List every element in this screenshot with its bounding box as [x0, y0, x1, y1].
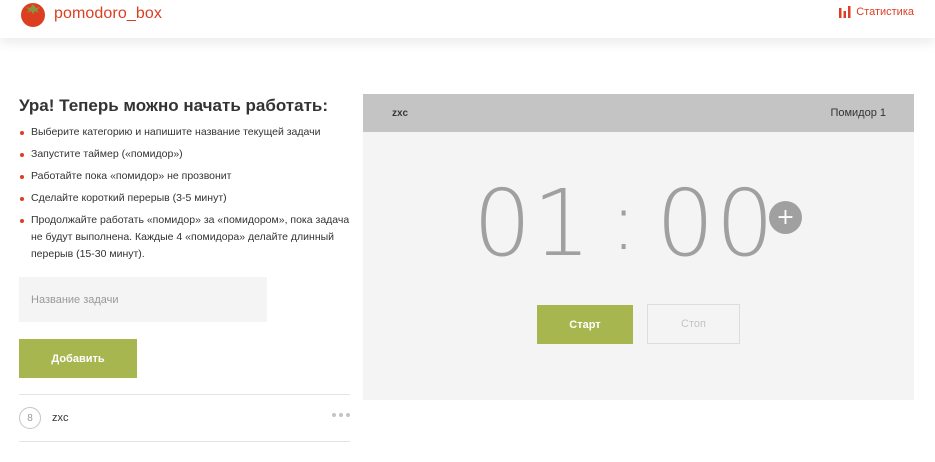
add-task-button[interactable]: Добавить	[19, 339, 137, 378]
timer-task-name: zxc	[392, 107, 409, 119]
statistics-label: Статистика	[856, 6, 914, 18]
instruction-item: Сделайте короткий перерыв (3-5 минут)	[19, 190, 350, 207]
timer-header: zxc Помидор 1	[363, 94, 914, 132]
add-time-button[interactable]: +	[769, 201, 802, 234]
task-row[interactable]: 8 zxc	[19, 394, 350, 442]
timer-display: 01:00	[473, 174, 775, 278]
tomato-icon	[21, 2, 45, 27]
statistics-link[interactable]: Статистика	[839, 6, 914, 18]
logo-text: pomodoro_box	[54, 4, 162, 22]
instructions-list: Выберите категорию и напишите название т…	[19, 124, 350, 263]
task-name: zxc	[52, 412, 69, 424]
timer-minutes: 01	[473, 170, 593, 277]
pomodoro-count-badge: 8	[19, 407, 41, 429]
instruction-item: Запустите таймер («помидор»)	[19, 146, 350, 163]
bar-chart-icon	[839, 6, 851, 18]
timer-separator: :	[610, 175, 639, 268]
task-list: 8 zxc	[19, 394, 350, 442]
instruction-item: Выберите категорию и напишите название т…	[19, 124, 350, 141]
instruction-item: Работайте пока «помидор» не прозвонит	[19, 168, 350, 185]
page-title: Ура! Теперь можно начать работать:	[19, 96, 329, 115]
pomodoro-number: Помидор 1	[830, 107, 886, 119]
task-name-input[interactable]	[19, 277, 267, 322]
timer-seconds: 00	[656, 170, 776, 277]
instruction-item: Продолжайте работать «помидор» за «помид…	[19, 212, 350, 263]
timer-panel: zxc Помидор 1 01:00 + Старт Стоп	[363, 94, 914, 400]
app-header: pomodoro_box Статистика	[0, 0, 935, 38]
stop-button[interactable]: Стоп	[647, 304, 740, 344]
logo[interactable]: pomodoro_box	[19, 0, 162, 27]
start-button[interactable]: Старт	[537, 305, 633, 344]
more-options-icon[interactable]	[332, 413, 350, 417]
instructions-panel: Ура! Теперь можно начать работать: Выбер…	[19, 96, 350, 268]
